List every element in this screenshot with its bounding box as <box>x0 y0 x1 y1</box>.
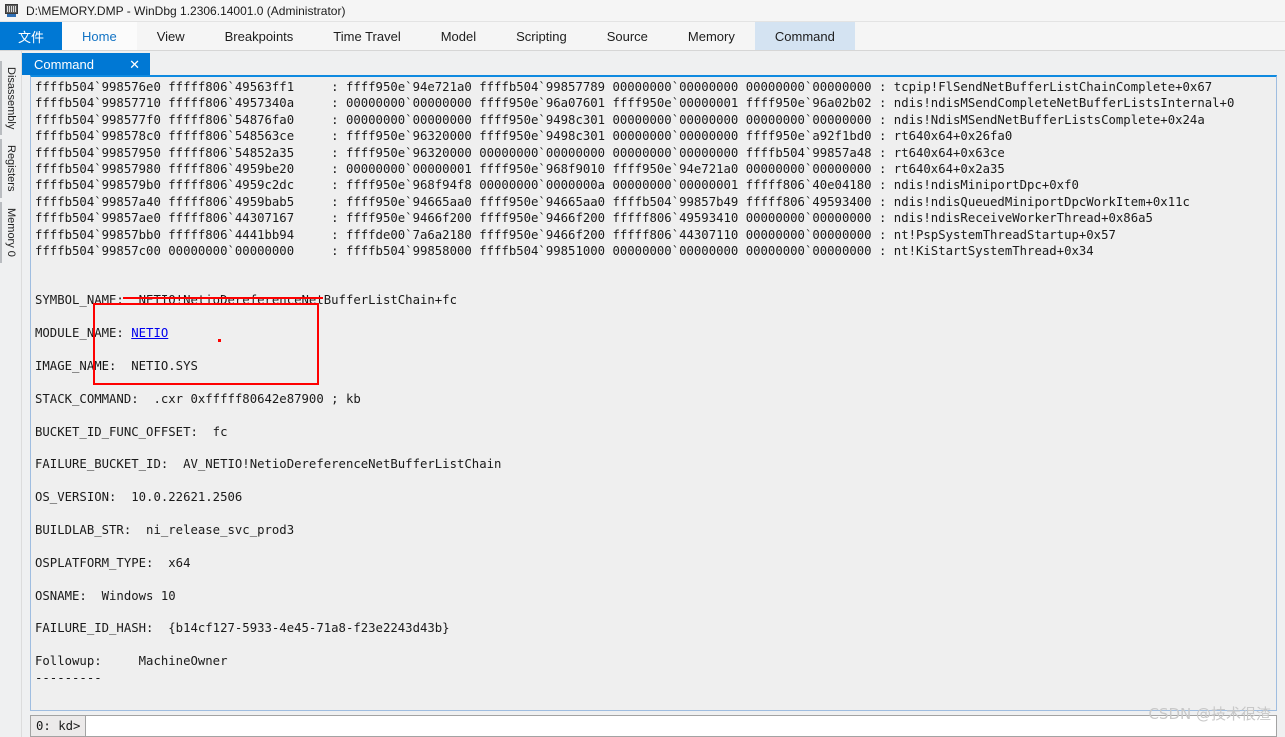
document-tab-command[interactable]: Command ✕ <box>22 53 150 75</box>
ribbon-tab-breakpoints[interactable]: Breakpoints <box>205 22 314 50</box>
ribbon-tab-home[interactable]: Home <box>62 22 137 50</box>
command-pane: Command ✕ ffffb504`998576e0 fffff806`495… <box>22 51 1285 737</box>
command-output-wrapper: ffffb504`998576e0 fffff806`49563ff1 : ff… <box>30 75 1277 711</box>
ribbon-tab-time-travel[interactable]: Time Travel <box>313 22 420 50</box>
title-bar: D:\MEMORY.DMP - WinDbg 1.2306.14001.0 (A… <box>0 0 1285 22</box>
command-prompt-row: 0: kd> <box>30 715 1277 737</box>
ribbon-tab-scripting[interactable]: Scripting <box>496 22 587 50</box>
ribbon-tab-view[interactable]: View <box>137 22 205 50</box>
ribbon-tab-model[interactable]: Model <box>421 22 496 50</box>
command-output-area[interactable]: ffffb504`998576e0 fffff806`49563ff1 : ff… <box>30 75 1277 711</box>
sidebar-item-registers[interactable]: Registers <box>0 139 21 198</box>
close-icon[interactable]: ✕ <box>125 58 144 71</box>
document-tab-label: Command <box>34 56 94 72</box>
command-output-text: ffffb504`998576e0 fffff806`49563ff1 : ff… <box>35 80 1235 685</box>
sidebar-item-disassembly[interactable]: Disassembly <box>0 61 21 136</box>
document-tab-bar: Command ✕ <box>22 51 1285 75</box>
window-title: D:\MEMORY.DMP - WinDbg 1.2306.14001.0 (A… <box>26 3 346 18</box>
left-dock-strip: Disassembly Registers Memory 0 <box>0 51 22 737</box>
sidebar-item-memory-0[interactable]: Memory 0 <box>0 201 21 263</box>
module-name-link[interactable]: NETIO <box>131 326 168 340</box>
ribbon-tab-memory[interactable]: Memory <box>668 22 755 50</box>
command-input[interactable] <box>85 715 1277 737</box>
main-body: Disassembly Registers Memory 0 Command ✕… <box>0 51 1285 737</box>
ribbon-tab-bar: 文件 Home View Breakpoints Time Travel Mod… <box>0 22 1285 51</box>
prompt-label: 0: kd> <box>30 715 86 737</box>
ribbon-tab-file[interactable]: 文件 <box>0 22 62 50</box>
windbg-app-icon <box>4 3 20 19</box>
ribbon-tab-source[interactable]: Source <box>587 22 668 50</box>
ribbon-tab-command[interactable]: Command <box>754 22 855 50</box>
